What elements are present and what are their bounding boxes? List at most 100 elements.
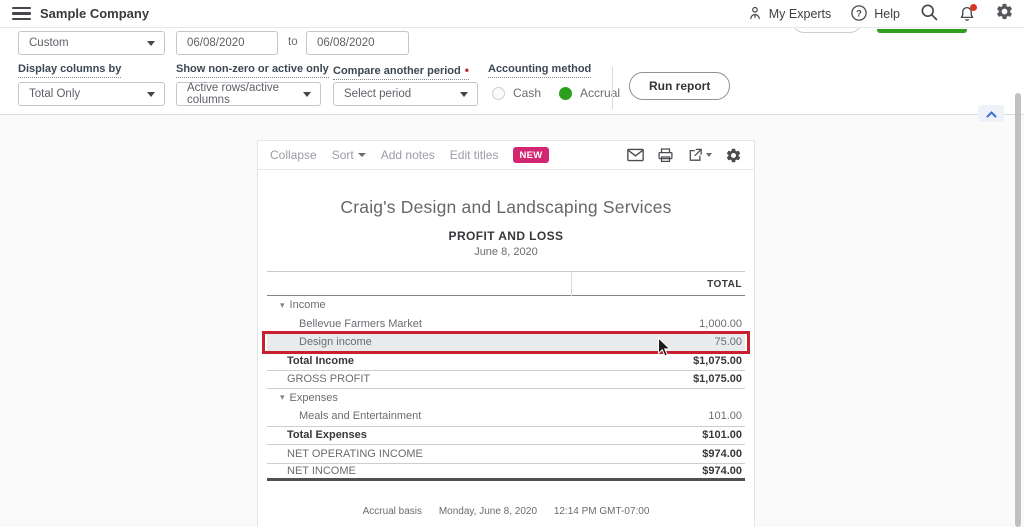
accrual-radio[interactable]	[559, 86, 573, 100]
print-icon[interactable]	[657, 147, 674, 163]
row-label: Bellevue Farmers Market	[299, 317, 422, 330]
table-row: ▾ Income	[267, 296, 745, 315]
row-value: $1,075.00	[693, 355, 742, 368]
table-row: NET OPERATING INCOME $974.00	[267, 444, 745, 463]
table-row: NET INCOME $974.00	[267, 462, 745, 481]
row-value: $101.00	[702, 429, 742, 442]
row-value: $974.00	[702, 464, 742, 477]
table-row: ▾ Expenses	[267, 389, 745, 408]
notifications-icon[interactable]	[958, 4, 977, 23]
row-label: NET OPERATING INCOME	[287, 447, 423, 460]
sort-button[interactable]: Sort	[332, 148, 366, 162]
required-marker: •	[464, 63, 469, 77]
collapse-section-icon[interactable]: ▾	[280, 392, 285, 403]
compare-period-value: Select period	[344, 88, 412, 100]
add-notes-button[interactable]: Add notes	[381, 148, 435, 162]
table-row: Total Expenses $101.00	[267, 425, 745, 445]
row-value: $974.00	[702, 447, 742, 460]
accounting-method-label: Accounting method	[488, 63, 592, 78]
date-from-input[interactable]: 06/08/2020	[176, 31, 278, 55]
row-label: Income	[289, 299, 326, 312]
run-report-button[interactable]: Run report	[629, 72, 731, 100]
chevron-down-icon	[303, 92, 311, 97]
chevron-down-icon	[147, 92, 155, 97]
svg-text:?: ?	[856, 8, 862, 18]
footer-date: Monday, June 8, 2020	[438, 506, 538, 517]
table-body: ▾ Income Bellevue Farmers Market 1,000.00 De…	[262, 296, 750, 481]
help-icon: ?	[850, 4, 868, 25]
footer-time: 12:14 PM GMT-07:00	[553, 506, 650, 517]
chevron-down-icon	[357, 153, 366, 157]
person-icon	[747, 5, 763, 24]
table-row[interactable]: Bellevue Farmers Market 1,000.00	[267, 315, 745, 334]
help-button[interactable]: ? Help	[850, 4, 900, 25]
chevron-down-icon	[460, 92, 468, 97]
report-company-name: Craig's Design and Landscaping Services	[340, 197, 672, 217]
sort-label: Sort	[331, 148, 354, 162]
email-icon[interactable]	[627, 148, 644, 162]
chevron-down-icon	[147, 41, 155, 46]
top-navbar: Sample Company My Experts ? Help	[0, 0, 1024, 28]
date-to-input[interactable]: 06/08/2020	[306, 31, 409, 55]
menu-icon[interactable]	[12, 7, 31, 21]
chevron-down-icon	[706, 153, 712, 157]
report-table: TOTAL ▾ Income Bellevue Farmers Market 1,00…	[262, 271, 750, 481]
report-footer: Accrual basis Monday, June 8, 2020 12:14…	[258, 506, 754, 517]
accrual-radio-label: Accrual	[580, 86, 621, 100]
edit-titles-button[interactable]: Edit titles	[450, 148, 499, 162]
cash-radio[interactable]	[492, 86, 505, 100]
my-experts-label: My Experts	[768, 7, 832, 21]
row-label: NET INCOME	[287, 464, 356, 477]
vertical-scrollbar[interactable]	[1015, 93, 1021, 527]
help-label: Help	[874, 7, 900, 21]
new-badge: NEW	[513, 147, 549, 163]
row-label: Total Income	[287, 355, 355, 368]
row-label: GROSS PROFIT	[287, 373, 371, 386]
collapse-section-icon[interactable]: ▾	[280, 300, 285, 311]
active-rows-label: Show non-zero or active only	[176, 63, 329, 78]
collapse-panel-button[interactable]	[978, 105, 1004, 122]
report-date: June 8, 2020	[474, 246, 538, 258]
total-column-header: TOTAL	[707, 279, 742, 290]
my-experts-button[interactable]: My Experts	[747, 5, 832, 24]
active-rows-select[interactable]: Active rows/active columns	[176, 82, 321, 106]
display-columns-select[interactable]: Total Only	[18, 82, 165, 106]
row-value[interactable]: 101.00	[708, 410, 745, 422]
compare-period-select[interactable]: Select period	[333, 82, 478, 106]
row-value[interactable]: 75.00	[714, 336, 745, 348]
active-rows-value: Active rows/active columns	[187, 82, 280, 106]
report-title: PROFIT AND LOSS	[448, 229, 564, 243]
table-header: TOTAL	[267, 271, 745, 296]
table-row[interactable]: Meals and Entertainment 101.00	[267, 407, 745, 426]
date-range-select[interactable]: Custom	[18, 31, 165, 55]
row-value[interactable]: 1,000.00	[699, 318, 745, 330]
export-icon[interactable]	[687, 147, 712, 163]
company-name: Sample Company	[40, 6, 150, 21]
accounting-method-radios: Cash Accrual	[492, 86, 630, 100]
chevron-up-icon	[986, 105, 997, 123]
report-toolbar: Collapse Sort Add notes Edit titles NEW	[258, 141, 754, 170]
notification-dot	[970, 4, 977, 11]
row-label: Meals and Entertainment	[299, 410, 422, 423]
collapse-button[interactable]: Collapse	[270, 148, 317, 162]
column-divider	[571, 272, 572, 296]
table-row: Total Income $1,075.00	[267, 351, 745, 371]
table-row[interactable]: Design income 75.00	[262, 331, 750, 354]
date-from-value: 06/08/2020	[187, 37, 245, 49]
date-range-value: Custom	[29, 37, 69, 49]
divider	[612, 67, 613, 109]
date-to-label: to	[288, 36, 298, 48]
compare-period-label: Compare another period •	[333, 63, 469, 80]
save-customization-button-partial[interactable]	[877, 29, 967, 33]
table-row: GROSS PROFIT $1,075.00	[267, 370, 745, 389]
row-label: Total Expenses	[287, 429, 367, 442]
report-card: Collapse Sort Add notes Edit titles NEW	[257, 140, 755, 527]
settings-icon[interactable]	[995, 2, 1014, 26]
report-settings-icon[interactable]	[725, 147, 742, 164]
display-columns-value: Total Only	[29, 88, 81, 100]
row-label: Expenses	[289, 391, 338, 404]
app-window: Sample Company My Experts ? Help Custom …	[0, 0, 1024, 527]
row-label: Design income	[299, 336, 372, 349]
search-icon[interactable]	[919, 2, 939, 27]
cash-radio-label: Cash	[513, 86, 542, 100]
